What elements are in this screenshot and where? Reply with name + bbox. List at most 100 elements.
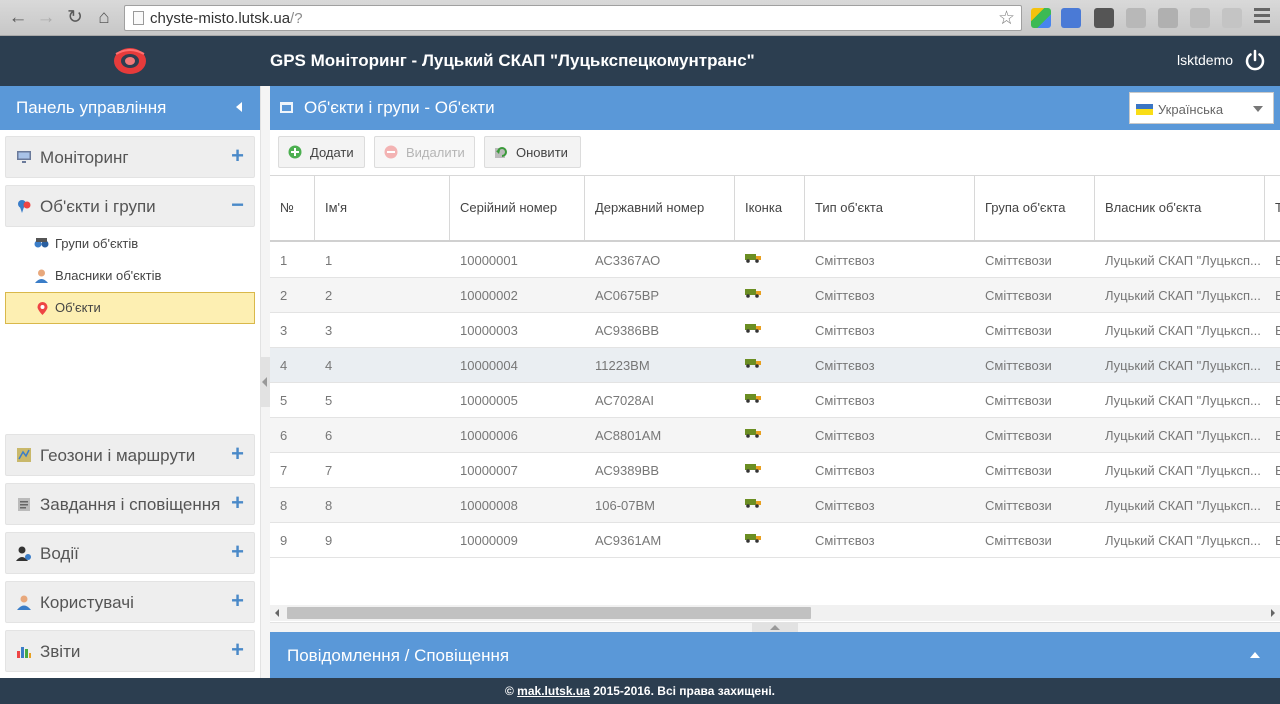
delete-button[interactable]: Видалити <box>374 136 475 168</box>
table-cell-owner: Луцький СКАП "Луцьксп... <box>1105 463 1261 478</box>
table-cell-icon <box>735 383 805 418</box>
table-icon <box>280 102 293 113</box>
address-bar[interactable]: chyste-misto.lutsk.ua/? ☆ <box>124 5 1022 31</box>
footer-link[interactable]: mak.lutsk.ua <box>517 684 590 698</box>
table-cell-type: Сміттєвоз <box>815 533 875 548</box>
table-cell-icon <box>735 488 805 523</box>
sidebar-section-drivers[interactable]: Водії + <box>5 532 255 574</box>
table-cell-type: Сміттєвоз <box>815 253 875 268</box>
column-header[interactable]: Серійний номер <box>450 176 585 240</box>
table-cell-serial: 10000007 <box>460 463 518 478</box>
home-icon[interactable]: ⌂ <box>92 6 116 30</box>
collapse-sidebar-icon[interactable] <box>262 377 267 387</box>
forward-arrow-icon[interactable]: → <box>34 6 58 30</box>
extension-icon[interactable] <box>1126 8 1146 28</box>
power-icon[interactable] <box>1244 49 1266 71</box>
table-cell-plate: АС9389ВВ <box>595 463 660 478</box>
language-select[interactable]: Українська <box>1129 92 1274 124</box>
table-cell-type: Сміттєвоз <box>815 323 875 338</box>
horizontal-scrollbar[interactable] <box>270 605 1280 621</box>
drive-extension-icon[interactable] <box>1031 8 1051 28</box>
table-cell-group: Сміттєвози <box>985 463 1052 478</box>
sidebar-section-geozones[interactable]: Геозони і маршрути + <box>5 434 255 476</box>
garbage-truck-icon <box>745 394 761 403</box>
table-cell-extra: Е <box>1265 488 1280 523</box>
scroll-right-icon[interactable] <box>1271 609 1275 617</box>
expand-plus-icon[interactable]: + <box>231 490 244 516</box>
table-row[interactable]: 7 7 10000007 АС9389ВВ Сміттєвоз Сміттєвози Луц… <box>270 453 1280 488</box>
user-icon <box>35 269 48 283</box>
garbage-truck-icon <box>745 289 761 298</box>
expand-plus-icon[interactable]: + <box>231 588 244 614</box>
table-row[interactable]: 6 6 10000006 АС8801АМ Сміттєвоз Сміттєвози Луц… <box>270 418 1280 453</box>
table-row[interactable]: 2 2 10000002 АС0675ВР Сміттєвоз Сміттєвози Луц… <box>270 278 1280 313</box>
sidebar-header: Панель управління <box>0 86 260 130</box>
reload-icon[interactable]: ↻ <box>63 6 87 30</box>
table-cell-owner: Луцький СКАП "Луцьксп... <box>1105 393 1261 408</box>
chevron-up-icon[interactable] <box>1250 652 1260 658</box>
table-cell-num: 5 <box>280 393 288 408</box>
column-header[interactable]: Іконка <box>735 176 805 240</box>
notifications-panel[interactable]: Повідомлення / Сповіщення <box>270 632 1280 678</box>
column-header[interactable]: Ім'я <box>315 176 450 240</box>
table-cell-icon <box>735 418 805 453</box>
column-header[interactable]: Тип об'єкта <box>805 176 975 240</box>
scrollbar-thumb[interactable] <box>287 607 811 619</box>
sidebar-section-objects[interactable]: Об'єкти і групи − <box>5 185 255 227</box>
main-header: Об'єкти і групи - Об'єкти Українська <box>270 86 1280 130</box>
back-arrow-icon[interactable]: ← <box>6 6 30 30</box>
sidebar-section-users[interactable]: Користувачі + <box>5 581 255 623</box>
sidebar-section-tasks[interactable]: Завдання і сповіщення + <box>5 483 255 525</box>
expand-plus-icon[interactable]: + <box>231 539 244 565</box>
sidebar-item-objects[interactable]: Об'єкти <box>5 292 255 324</box>
sidebar-item-object-groups[interactable]: Групи об'єктів <box>5 228 255 260</box>
expand-plus-icon[interactable]: + <box>231 143 244 169</box>
monitor-icon <box>17 151 31 163</box>
bar-chart-icon <box>17 647 31 658</box>
table-cell-serial: 10000009 <box>460 533 518 548</box>
table-row[interactable]: 4 4 10000004 11223ВМ Сміттєвоз Сміттєвози Луць… <box>270 348 1280 383</box>
bottom-splitter[interactable] <box>270 622 1280 633</box>
table-row[interactable]: 8 8 10000008 106-07ВМ Сміттєвоз Сміттєвози Луц… <box>270 488 1280 523</box>
table-cell-extra: Е <box>1265 313 1280 348</box>
table-row[interactable]: 5 5 10000005 АС7028АІ Сміттєвоз Сміттєвози Луц… <box>270 383 1280 418</box>
scroll-left-icon[interactable] <box>275 609 279 617</box>
column-header[interactable]: Власник об'єкта <box>1095 176 1265 240</box>
table-row[interactable]: 3 3 10000003 АС9386ВВ Сміттєвоз Сміттєвози Луц… <box>270 313 1280 348</box>
table-cell-owner: Луцький СКАП "Луцьксп... <box>1105 498 1261 513</box>
table-cell-plate: АС3367АО <box>595 253 661 268</box>
refresh-button[interactable]: Оновити <box>484 136 581 168</box>
pocket-extension-icon[interactable] <box>1094 8 1114 28</box>
column-header[interactable]: Група об'єкта <box>975 176 1095 240</box>
translate-extension-icon[interactable] <box>1061 8 1081 28</box>
table-cell-owner: Луцький СКАП "Луцьксп... <box>1105 253 1261 268</box>
extension-icon[interactable] <box>1222 8 1242 28</box>
collapse-left-icon[interactable] <box>236 102 242 112</box>
extension-icon[interactable] <box>1190 8 1210 28</box>
rss-extension-icon[interactable] <box>1158 8 1178 28</box>
bookmark-star-icon[interactable]: ☆ <box>998 7 1015 30</box>
sidebar-section-reports[interactable]: Звіти + <box>5 630 255 672</box>
collapse-minus-icon[interactable]: − <box>231 192 244 218</box>
table-row[interactable]: 1 1 10000001 АС3367АО Сміттєвоз Сміттєвози Луц… <box>270 243 1280 278</box>
add-button[interactable]: Додати <box>278 136 365 168</box>
table-cell-num: 6 <box>280 428 288 443</box>
column-header[interactable]: № <box>270 176 315 240</box>
column-header[interactable]: Т <box>1265 176 1280 240</box>
garbage-truck-icon <box>745 429 761 438</box>
main-panel: Об'єкти і групи - Об'єкти Українська Дод… <box>270 86 1280 633</box>
sidebar-item-object-owners[interactable]: Власники об'єктів <box>5 260 255 292</box>
map-icon <box>17 448 31 462</box>
page-title: Об'єкти і групи - Об'єкти <box>304 98 495 117</box>
expand-plus-icon[interactable]: + <box>231 637 244 663</box>
expand-plus-icon[interactable]: + <box>231 441 244 467</box>
table-cell-num: 9 <box>280 533 288 548</box>
table-row[interactable]: 9 9 10000009 АС9361АМ Сміттєвоз Сміттєвози Луц… <box>270 523 1280 558</box>
table-header: № Ім'я Серійний номер Державний номер Ік… <box>270 176 1280 242</box>
expand-up-icon[interactable] <box>770 625 780 630</box>
sidebar-section-monitoring[interactable]: Моніторинг + <box>5 136 255 178</box>
column-header[interactable]: Державний номер <box>585 176 735 240</box>
garbage-truck-icon <box>745 534 761 543</box>
table-cell-owner: Луцький СКАП "Луцьксп... <box>1105 323 1261 338</box>
browser-menu-icon[interactable] <box>1254 8 1270 26</box>
